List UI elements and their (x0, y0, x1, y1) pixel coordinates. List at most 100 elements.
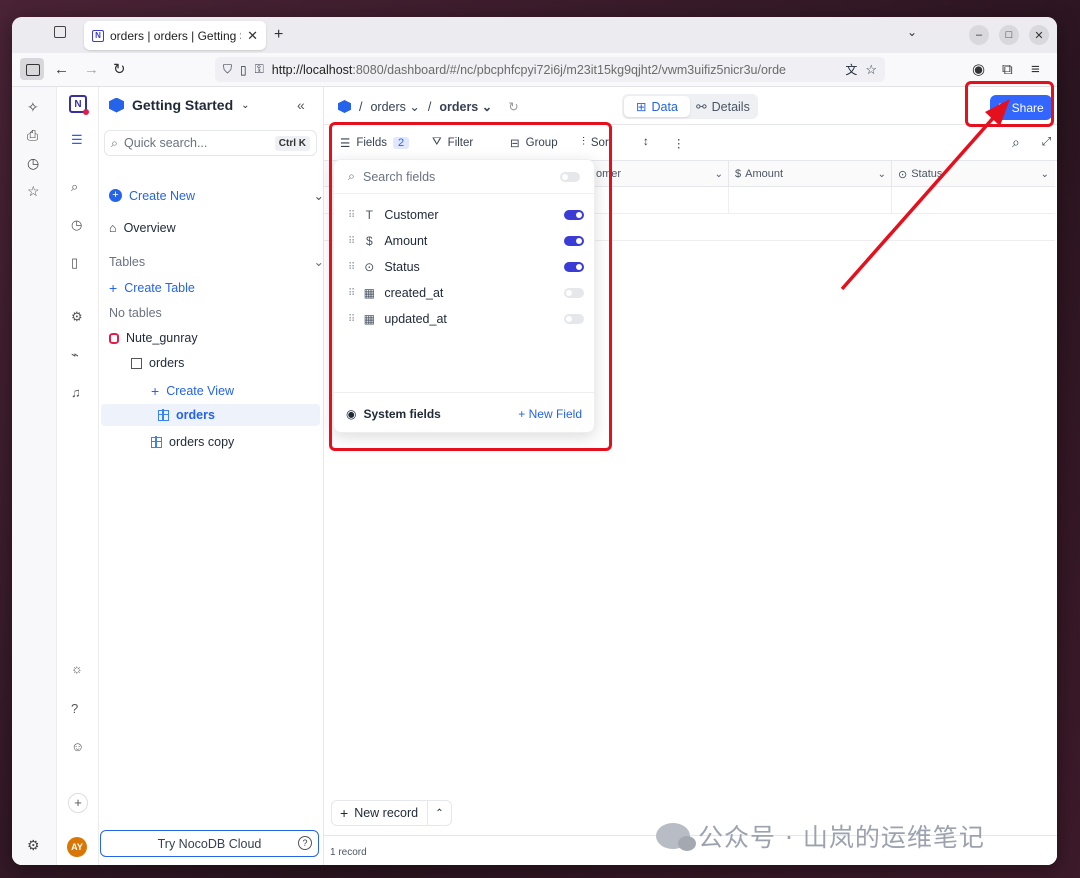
plus-circle-icon: + (109, 189, 122, 202)
fullscreen-icon[interactable]: ⤢ (1042, 136, 1051, 149)
url-text: http://localhost:8080/dashboard/#/nc/pbc… (271, 62, 786, 77)
project-cube-icon (109, 97, 124, 113)
table-icon (131, 357, 142, 369)
chevron-down-icon[interactable]: ⌄ (1041, 169, 1049, 180)
tables-section-header[interactable]: Tables ⌄ (109, 254, 324, 270)
wechat-logo-icon (656, 823, 696, 851)
single-select-icon: ⊙ (898, 168, 908, 181)
community-icon[interactable]: ☺ (71, 739, 84, 754)
translate-icon[interactable]: 文 (845, 61, 857, 78)
maximize-icon[interactable]: □ (999, 25, 1019, 45)
search-icon[interactable]: ⌕ (1012, 134, 1020, 151)
grid-view-icon (157, 409, 169, 421)
breadcrumb-table[interactable]: orders ⌄ (370, 99, 419, 114)
grid-icon: ⊞ (636, 100, 647, 114)
navigation-bar: ← → ↻ ⛉ ▯ ⚿ http://localhost:8080/dashbo… (12, 53, 1057, 87)
bases-icon[interactable]: ☰ (71, 132, 83, 148)
breadcrumb: / orders ⌄ / orders ⌄ ↻ (338, 99, 519, 114)
more-options-icon[interactable]: ⋮ (673, 136, 685, 150)
sidebar-toggle-icon[interactable] (20, 58, 44, 80)
try-nocodb-cloud-button[interactable]: Try NocoDB Cloud ? (100, 830, 319, 857)
row-height-icon[interactable]: ↕ (643, 136, 649, 148)
settings-gear-icon[interactable]: ⚙ (27, 837, 40, 854)
integrations-plug-icon[interactable]: ⌁ (71, 347, 79, 363)
account-icon[interactable]: ◉ (972, 61, 985, 79)
view-item-orders-copy[interactable]: orders copy (150, 435, 234, 449)
tab-details[interactable]: ⚯ Details (690, 96, 756, 117)
key-icon: ⚿ (254, 62, 264, 76)
menu-icon[interactable]: ≡ (1031, 61, 1040, 79)
wechat-watermark: 公众号 · 山岚的运维笔记 (656, 818, 985, 854)
nocodb-mini-sidebar: N ☰ ⌕ ◷ ▯ ⚙ ⌁ ♫ ☼ ? ☺ + AY (57, 87, 99, 865)
record-count: 1 record (330, 847, 367, 858)
tab-bar: N orders | orders | Getting S ✕ + ⌄ – □ … (12, 17, 1057, 53)
help-circle-icon[interactable]: ? (298, 836, 312, 850)
page-icon: ▯ (240, 62, 247, 77)
settings-icon[interactable]: ⚙ (71, 309, 83, 325)
close-window-icon[interactable]: ✕ (1029, 25, 1049, 45)
recent-clock-icon[interactable]: ◷ (71, 217, 82, 233)
create-new-button[interactable]: + Create New ⌄ (109, 188, 324, 203)
table-item-orders[interactable]: orders (131, 356, 184, 370)
create-table-button[interactable]: + Create Table (109, 280, 195, 296)
chevron-down-icon: ⌄ (313, 255, 324, 269)
plus-icon: + (151, 383, 160, 399)
source-item[interactable]: Nute_gunray (109, 331, 198, 345)
bookmark-star-icon[interactable]: ☆ (865, 62, 877, 78)
plus-icon: + (340, 805, 349, 821)
help-icon[interactable]: ? (71, 701, 78, 716)
tab-overflow-chevron-icon[interactable]: ⌄ (907, 25, 917, 39)
refresh-icon[interactable]: ↻ (508, 99, 518, 114)
collapse-sidebar-icon[interactable]: « (297, 97, 305, 113)
highlight-box-share (965, 81, 1054, 127)
details-icon: ⚯ (696, 100, 707, 114)
new-tab-button[interactable]: + (274, 26, 283, 44)
chevron-down-icon: ⌄ (313, 189, 324, 203)
browser-tab[interactable]: N orders | orders | Getting S ✕ (84, 21, 266, 50)
currency-icon: $ (735, 168, 742, 180)
docs-icon[interactable]: ▯ (71, 255, 78, 271)
nocodb-logo-icon[interactable]: N (69, 95, 89, 115)
add-workspace-icon[interactable]: + (68, 793, 88, 813)
create-view-button[interactable]: + Create View (151, 383, 234, 399)
breadcrumb-view[interactable]: orders ⌄ (439, 99, 492, 114)
highlight-box-fields-menu (329, 122, 612, 451)
extensions-icon[interactable]: ⧉ (1002, 61, 1013, 79)
theme-icon[interactable]: ☼ (71, 661, 83, 676)
project-cube-icon (338, 100, 351, 113)
address-bar[interactable]: ⛉ ▯ ⚿ http://localhost:8080/dashboard/#/… (215, 57, 885, 82)
view-item-orders[interactable]: orders (101, 404, 320, 426)
chevron-down-icon: ⌄ (241, 99, 250, 111)
tab-data[interactable]: ⊞ Data (624, 96, 690, 117)
chevron-down-icon[interactable]: ⌄ (715, 169, 723, 180)
close-tab-icon[interactable]: ✕ (247, 28, 258, 44)
column-header-amount[interactable]: $ Amount ⌄ (728, 161, 892, 187)
column-header-status[interactable]: ⊙ Status ⌄ (891, 161, 1055, 187)
tab-title: orders | orders | Getting S (110, 28, 242, 43)
synced-tabs-icon[interactable]: ⎙ (27, 127, 38, 144)
project-switcher[interactable]: Getting Started ⌄ (109, 97, 250, 113)
new-record-button[interactable]: + New record ⌃ (331, 800, 452, 826)
chevron-up-icon[interactable]: ⌃ (427, 801, 451, 825)
home-icon: ⌂ (109, 221, 117, 235)
chevron-down-icon[interactable]: ⌄ (878, 169, 886, 180)
avatar[interactable]: AY (67, 837, 87, 857)
notifications-bell-icon[interactable]: ♫ (71, 385, 81, 400)
quick-search-input[interactable]: ⌕ Quick search... Ctrl K (104, 130, 317, 156)
search-icon: ⌕ (111, 135, 119, 150)
bookmarks-star-icon[interactable]: ☆ (27, 183, 40, 200)
history-icon[interactable]: ◷ (27, 155, 39, 172)
tab-list-icon[interactable] (54, 26, 66, 38)
reload-icon[interactable]: ↻ (113, 61, 126, 79)
minimize-icon[interactable]: – (969, 25, 989, 45)
grid-view-icon (150, 436, 162, 448)
no-tables-text: No tables (109, 306, 162, 320)
ai-sparkle-icon[interactable]: ✧ (27, 99, 39, 116)
shortcut-badge: Ctrl K (274, 135, 310, 151)
forward-icon[interactable]: → (84, 61, 99, 79)
back-icon[interactable]: ← (54, 61, 69, 79)
overview-link[interactable]: ⌂ Overview (109, 221, 176, 235)
search-icon[interactable]: ⌕ (71, 179, 78, 195)
project-sidebar: Getting Started ⌄ « ⌕ Quick search... Ct… (99, 87, 324, 865)
data-details-switch: ⊞ Data ⚯ Details (622, 94, 758, 119)
